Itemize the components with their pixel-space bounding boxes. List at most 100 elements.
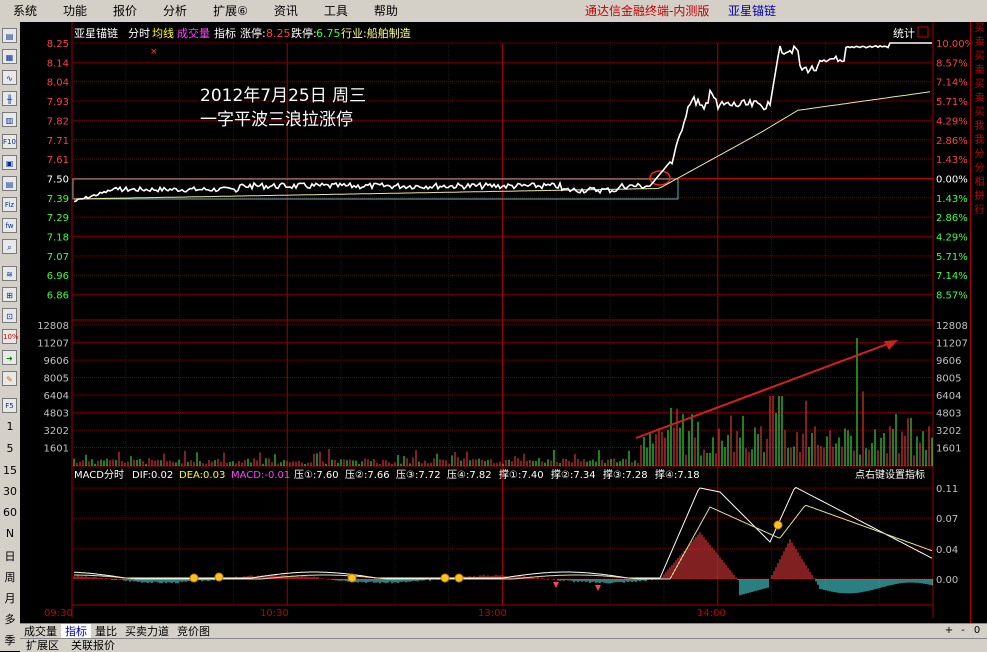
macd-tick-label: 0.04 [936,545,958,556]
support-3: 撑③:7.28 [603,468,648,481]
volume-tick-label-right: 4803 [936,409,961,420]
percent-icon[interactable]: 10% [2,329,19,344]
period-15[interactable]: 15 [0,464,20,477]
percent-tick-label: 5.71% [936,97,968,108]
golden-cross-marker [454,573,464,583]
volume-tick-label-right: 8005 [936,374,961,385]
fiz-icon[interactable]: Fiz [2,197,17,212]
tab-indicator-pane[interactable]: 指标 [61,624,91,639]
period-month[interactable]: 月 [0,590,20,606]
menu-analysis[interactable]: 分析 [150,0,200,22]
volume-tick-label-right: 12808 [936,321,968,332]
time-label-1030: 10:30 [260,608,289,619]
volume-tick-label-right: 6404 [936,391,961,402]
support-4: 撑④:7.18 [655,468,700,481]
period-1[interactable]: 1 [0,420,20,433]
candle-icon[interactable]: ╫ [2,91,17,106]
price-tick-label: 7.82 [47,116,69,127]
intraday-chart[interactable]: 8.25 10.00% 8.14 8.57% 8.04 7.14% 7.93 5.71% 7.8… [20,22,970,623]
tab-junxian[interactable]: 均线 [152,26,174,40]
period-30[interactable]: 30 [0,485,20,498]
price-tick-label: 7.50 [47,174,69,185]
period-60[interactable]: 60 [0,506,20,519]
menu-help[interactable]: 帮助 [361,0,411,22]
table-icon[interactable]: ▦ [2,49,17,64]
export-icon[interactable]: ➜ [2,350,17,365]
support-2: 撑②:7.34 [551,468,596,481]
tab-buy-sell-force[interactable]: 买卖力道 [121,624,173,639]
strip-char: 买 [974,79,985,90]
macd-dif: DIF:0.02 [132,470,173,481]
period-week[interactable]: 周 [0,569,20,585]
price-tick-label: 8.14 [47,58,69,69]
tab-volume-pane[interactable]: 成交量 [20,624,61,639]
limit-up-label: 涨停: [240,26,266,40]
status-extend-area[interactable]: 扩展区 [20,639,65,652]
period-n[interactable]: N [0,527,20,540]
stats-button[interactable]: 统计 [893,27,915,40]
resistance-2: 压②:7.66 [345,469,390,481]
resistance-3: 压③:7.72 [396,469,441,481]
menu-function[interactable]: 功能 [50,0,100,22]
percent-tick-label: 1.43% [936,194,968,205]
news-icon[interactable]: ▣ [2,155,17,170]
percent-tick-label: 4.29% [936,116,968,127]
menu-extend[interactable]: 扩展⑥ [200,0,261,22]
macd-title: MACD分时 [74,469,124,481]
compare-icon[interactable]: ⊞ [2,287,17,302]
status-linked-quote[interactable]: 关联报价 [65,639,121,652]
volume-tick-label-right: 3202 [936,426,961,437]
period-5[interactable]: 5 [0,442,20,455]
limit-up-value: 8.25 [266,27,291,40]
volume-tick-label: 1601 [44,444,69,455]
golden-cross-marker [347,573,357,583]
search-icon[interactable]: ⌕ [2,239,17,254]
left-toolbar: ▤ ▦ ∿ ╫ ▥ F10 ▣ ▤ Fiz fw ⌕ ≋ ⊞ ⊡ 10% ➜ ✎… [0,22,21,651]
book-icon[interactable]: ▤ [2,28,17,43]
status-bar: 扩展区 关联报价 [20,638,987,652]
tab-volume-ratio[interactable]: 量比 [91,624,121,639]
minus-button[interactable]: - [956,624,970,637]
volume-tick-label: 3202 [44,426,69,437]
menu-system[interactable]: 系统 [0,0,50,22]
volume-tick-label-right: 11207 [936,339,968,350]
time-label-1300: 13:00 [478,608,507,619]
plus-button[interactable]: + [942,624,956,637]
percent-tick-label: 7.14% [936,78,968,89]
f10-icon[interactable]: F10 [2,134,17,149]
menu-quote[interactable]: 报价 [100,0,150,22]
limit-down-label: 跌停: [291,26,317,40]
price-tick-label: 7.07 [47,252,69,263]
percent-tick-label: 2.86% [936,136,968,147]
tab-indicator[interactable]: 指标 [214,26,236,40]
fw-icon[interactable]: fw [2,218,17,233]
industry-label: 行业:船舶制造 [341,26,411,40]
bar-icon[interactable]: ▥ [2,112,17,127]
percent-tick-label: 8.57% [936,291,968,302]
macd-tick-label: 0.00 [936,575,958,586]
price-tick-label: 7.18 [47,233,69,244]
tab-volume[interactable]: 成交量 [177,26,210,40]
menu-info[interactable]: 资讯 [261,0,311,22]
line-chart-icon[interactable]: ∿ [2,70,17,85]
strip-char: 拼 [974,191,985,202]
period-multi[interactable]: 多 [0,611,20,627]
kline-icon[interactable]: ≋ [2,266,17,281]
strip-char: 卖 [974,93,985,104]
tab-auction-chart[interactable]: 竞价图 [173,624,214,639]
strip-char: 卖 [974,37,985,48]
zero-button[interactable]: 0 [970,624,984,637]
percent-tick-label: 0.00% [936,174,968,185]
macd-settings-hint[interactable]: 点右键设置指标 [855,468,925,481]
golden-cross-marker [189,573,199,583]
tab-fenshi[interactable]: 分时 [128,27,150,40]
menu-tools[interactable]: 工具 [311,0,361,22]
zoom-icon[interactable]: ⊡ [2,308,17,323]
period-day[interactable]: 日 [0,548,20,564]
percent-tick-label: 1.43% [936,155,968,166]
period-season[interactable]: 季 [0,632,20,648]
pencil-icon[interactable]: ✎ [2,371,17,386]
volume-tick-label-right: 9606 [936,356,961,367]
f5-icon[interactable]: F5 [2,398,17,413]
document-icon[interactable]: ▤ [2,176,17,191]
